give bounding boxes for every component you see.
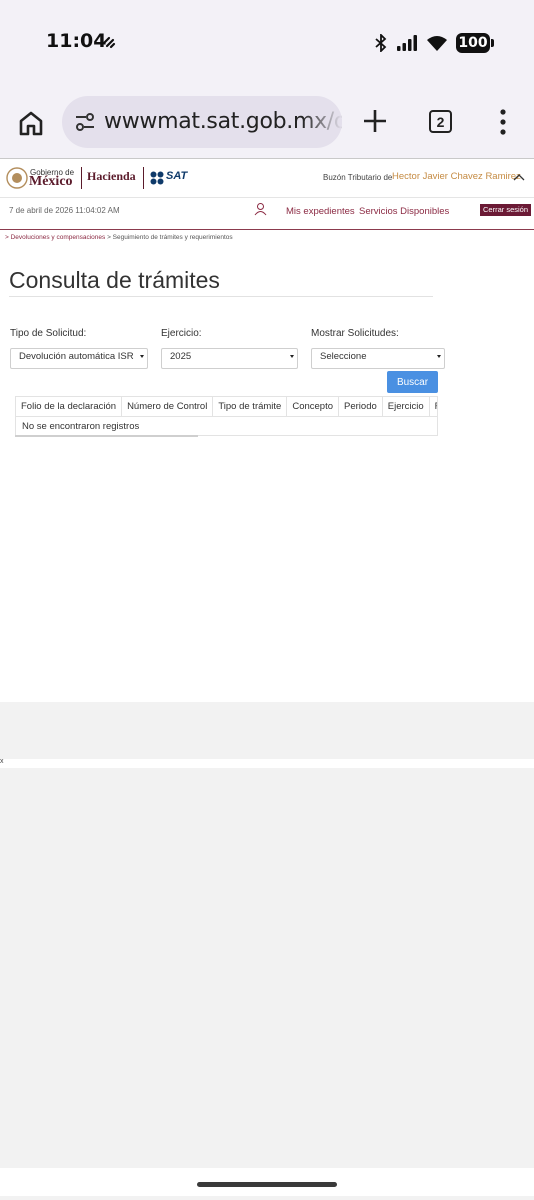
url-fade — [302, 96, 342, 148]
wifi-icon — [427, 36, 447, 51]
logout-button[interactable]: Cerrar sesión — [480, 204, 532, 216]
caret-down-icon — [290, 355, 294, 358]
title-divider — [9, 296, 433, 297]
mostrar-solicitudes-select[interactable]: Seleccione — [311, 348, 445, 369]
gob-logo-big: México — [29, 174, 73, 189]
buzon-label: Buzón Tributario de — [323, 173, 393, 182]
site-settings-icon[interactable] — [74, 111, 96, 133]
home-icon[interactable] — [16, 108, 46, 138]
new-tab-icon[interactable] — [362, 108, 388, 134]
logo-divider — [81, 167, 82, 189]
tipo-solicitud-select[interactable]: Devolución automática ISR — [10, 348, 148, 369]
bottom-edge — [0, 1196, 534, 1200]
table-scrollbar[interactable] — [15, 435, 198, 437]
column-header[interactable]: Ejercicio — [382, 397, 430, 417]
page-title: Consulta de trámites — [9, 267, 220, 293]
battery-icon: 100 — [456, 33, 494, 53]
address-bar[interactable]: wwwmat.sat.gob.mx/ope — [62, 96, 342, 148]
logo-divider — [143, 167, 144, 189]
status-bar: 11:04 100 — [0, 0, 534, 88]
browser-toolbar: wwwmat.sat.gob.mx/ope 2 — [0, 88, 534, 158]
column-header[interactable]: Número de Control — [121, 397, 214, 417]
user-name[interactable]: Hector Javier Chavez Ramirez — [392, 171, 521, 182]
search-button[interactable]: Buscar — [387, 371, 438, 393]
empty-message: No se encontraron registros — [16, 417, 437, 435]
close-mark[interactable]: x — [0, 758, 4, 765]
breadcrumb-current: > Seguimiento de trámites y requerimient… — [107, 234, 233, 241]
tabs-icon[interactable]: 2 — [429, 110, 452, 133]
nav-bar: 7 de abril de 2026 11:04:02 AM Mis exped… — [0, 198, 534, 230]
nav-link-expedientes[interactable]: Mis expedientes — [286, 206, 355, 217]
caret-down-icon — [140, 355, 144, 358]
column-header[interactable]: Folio de la declaración — [16, 397, 123, 417]
column-header[interactable]: Tipo de trámite — [212, 397, 288, 417]
column-header[interactable]: Concepto — [286, 397, 340, 417]
column-header[interactable]: Fecha — [429, 397, 437, 417]
ejercicio-select[interactable]: 2025 — [161, 348, 298, 369]
footer-area — [0, 768, 534, 1168]
tipo-solicitud-label: Tipo de Solicitud: — [10, 328, 87, 339]
hacienda-logo: Hacienda — [87, 169, 136, 183]
mostrar-solicitudes-value: Seleccione — [320, 351, 367, 362]
tipo-solicitud-value: Devolución automática ISR — [19, 351, 134, 362]
results-table[interactable]: Folio de la declaración Número de Contro… — [15, 396, 438, 436]
mostrar-solicitudes-label: Mostrar Solicitudes: — [311, 328, 399, 339]
breadcrumb: > Devoluciones y compensaciones > Seguim… — [5, 234, 233, 241]
ejercicio-value: 2025 — [170, 351, 192, 362]
column-header[interactable]: Periodo — [338, 397, 383, 417]
date-text: 7 de abril de 2026 11:04:02 AM — [9, 206, 120, 215]
status-time: 11:04 — [46, 30, 107, 52]
signal-icon — [397, 35, 417, 51]
site-header: Gobierno de México Hacienda SAT Buzón Tr… — [0, 158, 534, 198]
person-icon[interactable] — [254, 202, 267, 216]
breadcrumb-link[interactable]: > Devoluciones y compensaciones — [5, 234, 105, 241]
sat-logo: SAT — [166, 170, 188, 182]
home-indicator[interactable] — [197, 1182, 337, 1187]
status-icons: 100 — [374, 32, 494, 54]
notification-icon — [102, 36, 116, 49]
coat-of-arms-icon — [6, 167, 28, 189]
sat-logo-icon — [150, 171, 164, 185]
menu-icon[interactable] — [498, 108, 508, 136]
chevron-up-icon[interactable] — [513, 172, 525, 182]
bluetooth-icon — [375, 34, 387, 52]
nav-link-servicios[interactable]: Servicios Disponibles — [359, 206, 449, 217]
caret-down-icon — [437, 355, 441, 358]
ejercicio-label: Ejercicio: — [161, 328, 202, 339]
table-header-row: Folio de la declaración Número de Contro… — [16, 397, 437, 417]
footer-band — [0, 702, 534, 759]
